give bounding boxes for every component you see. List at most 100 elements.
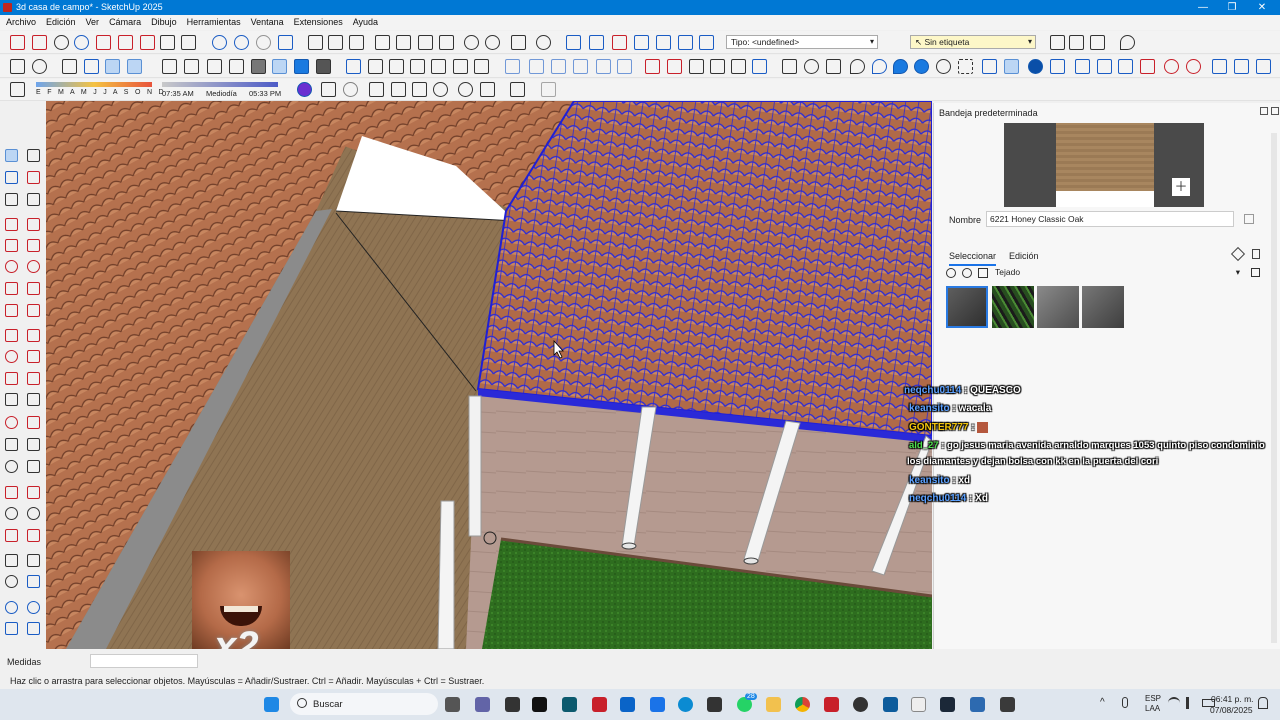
type-dropdown[interactable]: Tipo: <undefined> ▾ [726,35,878,49]
dashed-icon[interactable] [958,59,973,74]
3d-viewport[interactable]: x2 [46,101,932,649]
follow-me-icon[interactable] [645,59,660,74]
rotated-rect-icon[interactable] [27,239,40,252]
tape-measure-icon[interactable] [689,59,704,74]
look-around-left-icon[interactable] [5,575,18,588]
stamp-icon[interactable] [634,35,649,50]
warehouse-house-icon[interactable] [346,59,361,74]
protractor-icon[interactable] [5,416,18,429]
tag-eraser-icon[interactable] [27,193,40,206]
sketchup-active-icon[interactable] [883,697,898,712]
acrobat-icon[interactable] [592,697,607,712]
tray-close-icon[interactable] [1271,107,1279,115]
back-icon[interactable] [946,268,956,278]
layers-left-icon[interactable] [5,622,18,635]
lang-top[interactable]: ESP [1145,694,1161,703]
pan-tool-icon[interactable] [32,35,47,50]
eraser-icon[interactable] [27,171,40,184]
material-swatch-stone[interactable] [1082,286,1124,328]
axes-tool-icon[interactable] [27,416,40,429]
steam-icon[interactable] [940,697,955,712]
offset-tool-icon[interactable] [27,372,40,385]
shaded-icon[interactable] [251,59,266,74]
drape-icon[interactable] [656,35,671,50]
menu-camara[interactable]: Cámara [103,15,145,27]
section-fill-left-icon[interactable] [27,601,40,614]
hidden-line-icon[interactable] [229,59,244,74]
connect-icon[interactable] [1050,59,1065,74]
lang-bottom[interactable]: LAA [1145,704,1160,713]
house-front-icon[interactable] [368,59,383,74]
offset-icon[interactable] [667,59,682,74]
menu-ventana[interactable]: Ventana [245,15,288,27]
tag-arrow-icon[interactable] [1090,35,1105,50]
pan-left-icon[interactable] [27,486,40,499]
shaded-textures-icon[interactable] [272,59,287,74]
volume-icon[interactable] [1186,697,1198,709]
rectangle-icon[interactable] [5,239,18,252]
rotate-icon[interactable] [1186,59,1201,74]
menu-ver[interactable]: Ver [80,15,104,27]
push-pull-icon[interactable] [27,329,40,342]
monochrome-icon[interactable] [294,59,309,74]
move-icon[interactable] [5,329,18,342]
clock-date[interactable]: 07/08/2025 [1210,705,1253,715]
edge-icon[interactable] [678,697,693,712]
3d-text-tool-icon[interactable] [27,438,40,451]
house-back-icon[interactable] [410,59,425,74]
select-arrow-icon[interactable] [5,149,18,162]
arc-3pt-icon[interactable] [5,304,18,317]
material-swatch-green[interactable] [992,286,1034,328]
rotate-tool-icon[interactable] [5,350,18,363]
target-icon[interactable] [343,82,358,97]
outlook-icon[interactable] [620,697,635,712]
group-icon[interactable] [529,59,544,74]
cut-icon[interactable] [375,35,390,50]
tray-pin-icon[interactable] [1260,107,1268,115]
print-icon[interactable] [511,35,526,50]
mesh-3-icon[interactable] [1256,59,1271,74]
scale-icon[interactable] [5,372,18,385]
frame-icon[interactable] [369,82,384,97]
copy-icon[interactable] [396,35,411,50]
tag-tool-icon[interactable] [1050,35,1065,50]
gauge-icon[interactable] [433,82,448,97]
select-lasso-icon[interactable] [27,149,40,162]
file-explorer-icon[interactable] [766,697,781,712]
orbit-tool-icon[interactable] [10,35,25,50]
gear-icon[interactable] [458,82,473,97]
axes-icon[interactable] [731,59,746,74]
zoom-tool-icon[interactable] [54,35,69,50]
sandbox-scratch-icon[interactable] [589,35,604,50]
create-material-icon[interactable]: ＋ [1172,178,1190,196]
menu-herramientas[interactable]: Herramientas [181,15,245,27]
xray-icon[interactable] [162,59,177,74]
material-swatch-gray[interactable] [1037,286,1079,328]
circle-icon[interactable] [5,260,18,273]
hexagon-3-icon[interactable] [1118,59,1133,74]
position-camera-left-icon[interactable] [5,554,18,567]
material-name-field[interactable]: 6221 Honey Classic Oak [986,211,1234,227]
sandbox-contours-icon[interactable] [566,35,581,50]
material-swatch-dark-gray[interactable] [946,286,988,328]
measurements-input[interactable] [90,654,198,668]
notes-icon[interactable] [505,697,520,712]
section-display-icon[interactable] [278,35,293,50]
house-bottom-icon[interactable] [474,59,489,74]
link-active-icon[interactable] [1004,59,1019,74]
car-icon[interactable] [391,82,406,97]
follow-me-tool-icon[interactable] [27,350,40,363]
profile-icon[interactable] [297,82,312,97]
section-tool-icon[interactable] [5,460,18,473]
previous-left-icon[interactable] [27,529,40,542]
drop-outline-icon[interactable] [936,59,951,74]
wireframe-icon[interactable] [207,59,222,74]
new-file-icon[interactable] [308,35,323,50]
library-details-icon[interactable] [1251,268,1260,277]
close-button[interactable]: ✕ [1246,0,1278,15]
tag-dropdown[interactable]: ↖ Sin etiqueta ▾ [910,35,1036,49]
app-dark-icon[interactable] [707,697,722,712]
display-style-icon[interactable] [316,59,331,74]
freehand-icon[interactable] [27,218,40,231]
right-view-icon[interactable] [127,59,142,74]
